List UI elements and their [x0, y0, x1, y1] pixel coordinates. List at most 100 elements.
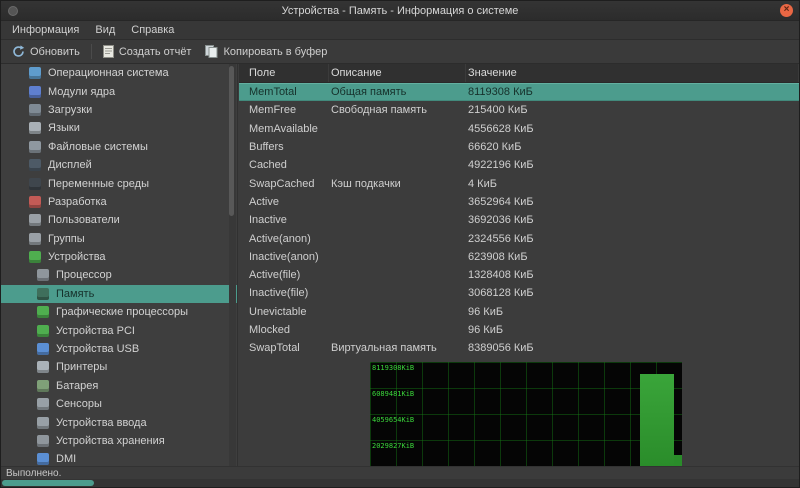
close-button[interactable]: ×: [780, 4, 793, 17]
sensor-icon: [37, 398, 49, 410]
table-row[interactable]: Inactive 3692036 КиБ: [239, 211, 799, 229]
table-header: Поле Описание Значение: [239, 64, 799, 83]
horizontal-scrollbar-track[interactable]: [1, 479, 799, 487]
sidebar-item-devices[interactable]: Устройства: [1, 248, 237, 266]
titlebar: Устройства - Память - Информация о систе…: [1, 1, 799, 21]
copy-to-clipboard-label: Копировать в буфер: [223, 46, 327, 58]
menu-help[interactable]: Справка: [123, 22, 182, 38]
table-cell: Cached: [239, 159, 329, 171]
table-row[interactable]: Active(file)1328408 КиБ: [239, 266, 799, 284]
sidebar-item-battery[interactable]: Батарея: [1, 377, 237, 395]
sidebar-item-filesystems[interactable]: Файловые системы: [1, 138, 237, 156]
refresh-button[interactable]: Обновить: [5, 43, 87, 60]
sidebar-item-development[interactable]: Разработка: [1, 193, 237, 211]
copy-icon: [205, 45, 218, 58]
display-icon: [29, 159, 41, 171]
column-header-field[interactable]: Поле: [239, 64, 329, 82]
sidebar-item-env-vars[interactable]: Переменные среды: [1, 174, 237, 192]
table-cell: Buffers: [239, 141, 329, 153]
sidebar-item-boots[interactable]: Загрузки: [1, 101, 237, 119]
sidebar-item-sensors[interactable]: Сенсоры: [1, 395, 237, 413]
sidebar-item-label: Графические процессоры: [56, 306, 188, 318]
table-cell: 4 КиБ: [466, 178, 799, 190]
gpu-icon: [37, 306, 49, 318]
table-row[interactable]: Unevictable 96 КиБ: [239, 303, 799, 321]
storage-icon: [37, 435, 49, 447]
sidebar-item-label: Пользователи: [48, 214, 120, 226]
table-cell: 8389056 КиБ: [466, 342, 799, 354]
menu-view[interactable]: Вид: [87, 22, 123, 38]
sidebar-item-usb[interactable]: Устройства USB: [1, 340, 237, 358]
table-row[interactable]: Buffers 66620 КиБ: [239, 138, 799, 156]
table-cell: Inactive: [239, 214, 329, 226]
table-cell: 4556628 КиБ: [466, 123, 799, 135]
table-cell: 2324556 КиБ: [466, 233, 799, 245]
table-body: MemTotalОбщая память8119308 КиБMemFreeСв…: [239, 83, 799, 357]
generate-report-button[interactable]: Создать отчёт: [96, 43, 199, 60]
table-cell: 215400 КиБ: [466, 104, 799, 116]
sidebar-item-pci[interactable]: Устройства PCI: [1, 321, 237, 339]
sidebar-item-os[interactable]: Операционная система: [1, 64, 237, 82]
groups-icon: [29, 233, 41, 245]
table-row[interactable]: Mlocked96 КиБ: [239, 321, 799, 339]
table-row[interactable]: MemTotalОбщая память8119308 КиБ: [239, 83, 799, 101]
sidebar-item-label: Разработка: [48, 196, 107, 208]
sidebar-item-kernel-modules[interactable]: Модули ядра: [1, 82, 237, 100]
table-cell: MemTotal: [239, 86, 329, 98]
sidebar-item-label: Устройства PCI: [56, 325, 135, 337]
sidebar-scrollbar-track[interactable]: [229, 64, 236, 466]
refresh-icon: [12, 45, 25, 58]
report-icon: [103, 45, 114, 58]
table-row[interactable]: Inactive(file)3068128 КиБ: [239, 284, 799, 302]
table-row[interactable]: SwapTotalВиртуальная память8389056 КиБ: [239, 339, 799, 357]
table-row[interactable]: Inactive(anon)623908 КиБ: [239, 248, 799, 266]
sidebar-item-label: Загрузки: [48, 104, 92, 116]
table-cell: Active(file): [239, 269, 329, 281]
content: Операционная система Модули ядра Загрузки Я…: [1, 64, 799, 466]
table-cell: Unevictable: [239, 306, 329, 318]
graph-scale-label: 4059654KiB: [372, 416, 414, 424]
boot-icon: [29, 104, 41, 116]
sidebar-item-label: Память: [56, 288, 94, 300]
copy-to-clipboard-button[interactable]: Копировать в буфер: [198, 43, 334, 60]
sidebar-scrollbar-thumb[interactable]: [229, 66, 234, 216]
sidebar-item-input[interactable]: Устройства ввода: [1, 413, 237, 431]
table-row[interactable]: Cached4922196 КиБ: [239, 156, 799, 174]
sidebar-item-printers[interactable]: Принтеры: [1, 358, 237, 376]
sidebar-item-label: Сенсоры: [56, 398, 102, 410]
graph-scale-label: 6089481KiB: [372, 390, 414, 398]
sidebar-item-groups[interactable]: Группы: [1, 230, 237, 248]
column-header-value[interactable]: Значение: [466, 64, 799, 82]
app-icon: [8, 6, 18, 16]
sidebar-item-storage[interactable]: Устройства хранения: [1, 432, 237, 450]
sidebar-item-label: Процессор: [56, 269, 112, 281]
sidebar-item-display[interactable]: Дисплей: [1, 156, 237, 174]
table-cell: SwapTotal: [239, 342, 329, 354]
sidebar-item-languages[interactable]: Языки: [1, 119, 237, 137]
column-header-description[interactable]: Описание: [329, 64, 466, 82]
printer-icon: [37, 361, 49, 373]
table-row[interactable]: Active3652964 КиБ: [239, 193, 799, 211]
table-cell: Кэш подкачки: [329, 178, 466, 190]
table-cell: 96 КиБ: [466, 306, 799, 318]
sidebar-item-gpus[interactable]: Графические процессоры: [1, 303, 237, 321]
memory-usage-graph: 8119308KiB 6089481KiB 4059654KiB 2029827…: [370, 362, 682, 468]
pci-icon: [37, 325, 49, 337]
sidebar-item-memory[interactable]: Память: [1, 285, 237, 303]
sidebar-item-label: Модули ядра: [48, 86, 115, 98]
table-cell: 66620 КиБ: [466, 141, 799, 153]
sidebar-item-dmi[interactable]: DMI: [1, 450, 237, 466]
sidebar-item-label: Файловые системы: [48, 141, 148, 153]
sidebar-item-processor[interactable]: Процессор: [1, 266, 237, 284]
sidebar-item-users[interactable]: Пользователи: [1, 211, 237, 229]
table-row[interactable]: Active(anon)2324556 КиБ: [239, 229, 799, 247]
table-cell: 3692036 КиБ: [466, 214, 799, 226]
horizontal-scrollbar-thumb[interactable]: [2, 480, 94, 486]
app-window: Устройства - Память - Информация о систе…: [0, 0, 800, 488]
menu-information[interactable]: Информация: [4, 22, 87, 38]
table-row[interactable]: MemAvailable4556628 КиБ: [239, 120, 799, 138]
sidebar: Операционная система Модули ядра Загрузки Я…: [1, 64, 238, 466]
table-row[interactable]: SwapCachedКэш подкачки4 КиБ: [239, 174, 799, 192]
table-row[interactable]: MemFreeСвободная память215400 КиБ: [239, 101, 799, 119]
refresh-label: Обновить: [30, 46, 80, 58]
